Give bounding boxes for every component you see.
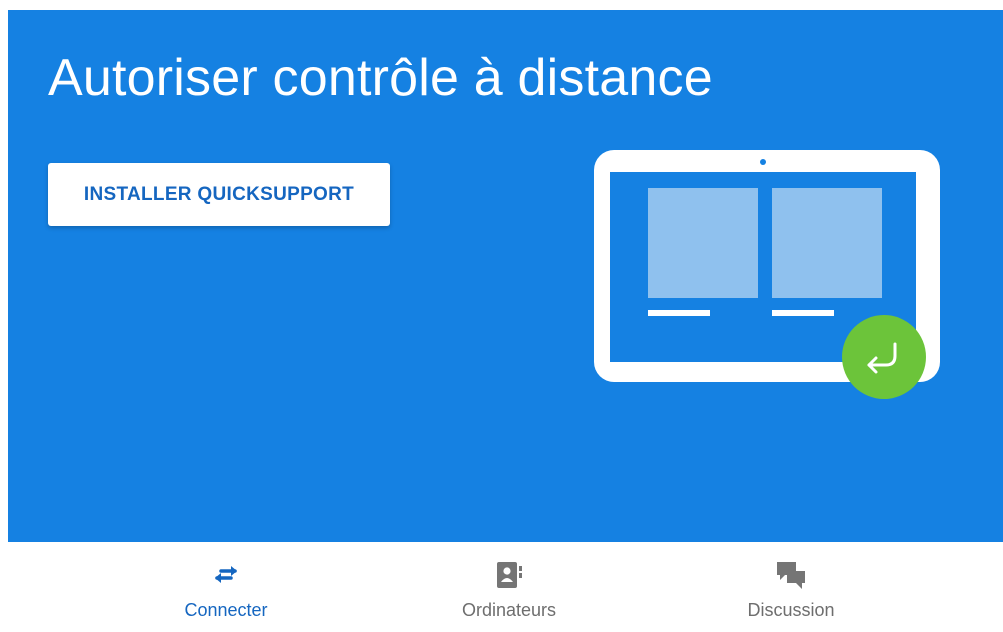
return-arrow-fab — [842, 315, 926, 399]
nav-label-ordinateurs: Ordinateurs — [461, 600, 557, 620]
hero-banner: Autoriser contrôle à distance INSTALLER … — [8, 10, 1003, 542]
contacts-book-icon — [492, 558, 526, 592]
page-title: Autoriser contrôle à distance — [48, 49, 713, 107]
nav-item-ordinateurs[interactable]: Ordinateurs — [409, 542, 609, 632]
tablet-camera-dot — [760, 159, 766, 165]
install-quicksupport-button[interactable]: INSTALLER QUICKSUPPORT — [48, 163, 390, 226]
nav-item-discussion[interactable]: Discussion — [691, 542, 891, 632]
screen-pane-left-caption — [648, 310, 710, 316]
nav-label-connecter: Connecter — [184, 600, 268, 620]
app-root: Autoriser contrôle à distance INSTALLER … — [0, 0, 1003, 632]
bottom-navigation: Connecter Ordinateurs Discussion — [0, 542, 1003, 632]
tablet-illustration — [594, 150, 940, 399]
nav-item-connecter[interactable]: Connecter — [126, 542, 326, 632]
screen-pane-right-caption — [772, 310, 834, 316]
swap-arrows-icon — [209, 558, 243, 592]
screen-pane-left — [648, 188, 758, 298]
nav-label-discussion: Discussion — [747, 600, 835, 620]
screen-pane-right — [772, 188, 882, 298]
chat-bubbles-icon — [774, 558, 808, 592]
